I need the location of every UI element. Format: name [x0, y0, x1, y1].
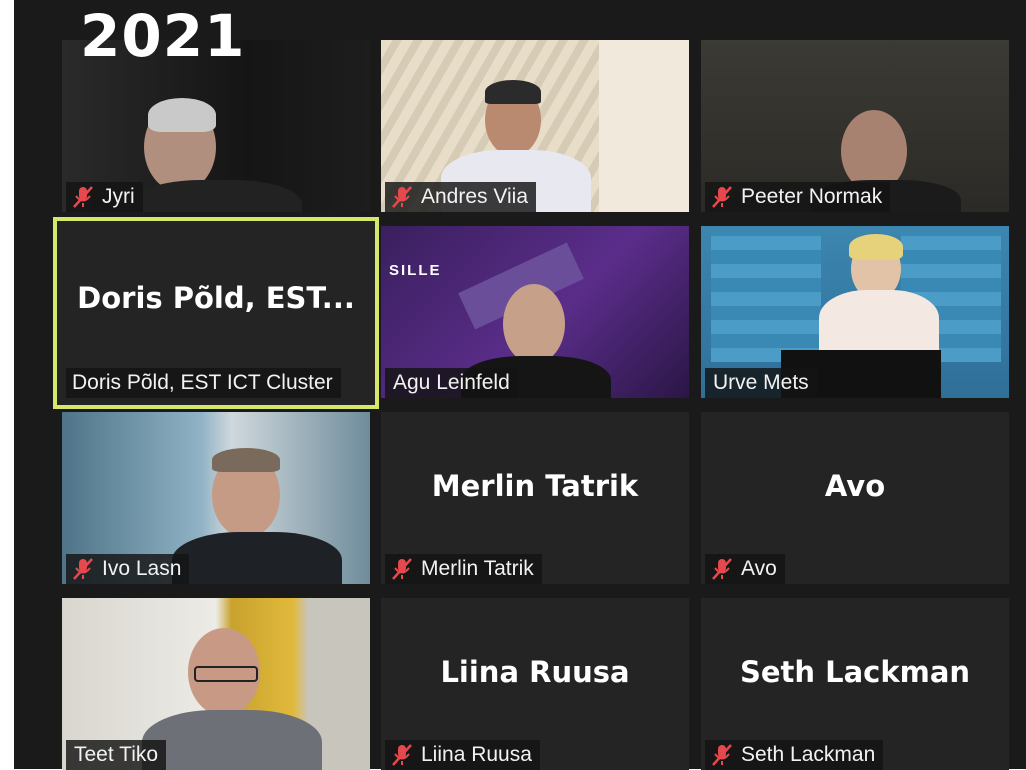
participant-name: Avo: [741, 557, 777, 580]
mic-muted-icon: [392, 186, 412, 208]
participant-display-name: Liina Ruusa: [440, 655, 630, 689]
participant-name-tag: Seth Lackman: [705, 740, 884, 770]
participant-name-tag: Avo: [705, 554, 785, 584]
participant-name: Peeter Normak: [741, 185, 883, 208]
participant-tile-peeter-normak[interactable]: Peeter Normak: [701, 40, 1009, 212]
participant-name: Liina Ruusa: [421, 743, 532, 766]
participant-name-tag: Teet Tiko: [66, 740, 167, 770]
participant-name: Ivo Lasn: [102, 557, 182, 580]
sille-logo: SILLE: [389, 262, 442, 279]
participant-name: Jyri: [102, 185, 135, 208]
participant-tile-andres-viia[interactable]: Andres Viia: [381, 40, 689, 212]
participant-name: Teet Tiko: [74, 743, 159, 766]
participant-name-tag: Jyri: [66, 182, 143, 212]
participant-tile-agu-leinfeld[interactable]: SILLE Agu Leinfeld: [381, 226, 689, 398]
participant-name: Seth Lackman: [741, 743, 876, 766]
participant-name-tag: Merlin Tatrik: [385, 554, 542, 584]
participant-tile-seth-lackman[interactable]: Seth Lackman Seth Lackman: [701, 598, 1009, 770]
participant-name-tag: Ivo Lasn: [66, 554, 190, 584]
video-gallery: 2021 Jyri Andres Viia Peeter Normak Dori…: [14, 0, 1026, 770]
participant-name: Doris Põld, EST ICT Cluster: [72, 371, 333, 394]
participant-display-name: Merlin Tatrik: [431, 469, 639, 503]
participant-name-tag: Liina Ruusa: [385, 740, 540, 770]
participant-display-name: Doris Põld, EST...: [77, 281, 355, 315]
participant-tile-merlin-tatrik[interactable]: Merlin Tatrik Merlin Tatrik: [381, 412, 689, 584]
participant-tile-doris-pold[interactable]: Doris Põld, EST... Doris Põld, EST ICT C…: [53, 217, 379, 409]
year-overlay: 2021: [80, 2, 246, 70]
participant-tile-ivo-lasn[interactable]: Ivo Lasn: [62, 412, 370, 584]
poster-background: [711, 232, 821, 362]
mic-muted-icon: [73, 558, 93, 580]
participant-tile-teet-tiko[interactable]: Teet Tiko: [62, 598, 370, 770]
participant-tile-avo[interactable]: Avo Avo: [701, 412, 1009, 584]
mic-muted-icon: [392, 558, 412, 580]
participant-tile-liina-ruusa[interactable]: Liina Ruusa Liina Ruusa: [381, 598, 689, 770]
participant-display-name: Avo: [824, 469, 886, 503]
participant-name-tag: Agu Leinfeld: [385, 368, 518, 398]
participant-tile-urve-mets[interactable]: Urve Mets: [701, 226, 1009, 398]
glasses: [194, 666, 258, 682]
participant-display-name: Seth Lackman: [739, 655, 971, 689]
participant-name: Merlin Tatrik: [421, 557, 534, 580]
participant-name: Agu Leinfeld: [393, 371, 510, 394]
mic-muted-icon: [392, 744, 412, 766]
participant-name-tag: Peeter Normak: [705, 182, 891, 212]
mic-muted-icon: [73, 186, 93, 208]
mic-muted-icon: [712, 744, 732, 766]
participant-name-tag: Urve Mets: [705, 368, 817, 398]
participant-name-tag: Andres Viia: [385, 182, 537, 212]
participant-name: Urve Mets: [713, 371, 809, 394]
participant-name-tag: Doris Põld, EST ICT Cluster: [66, 368, 341, 398]
participant-name: Andres Viia: [421, 185, 529, 208]
mic-muted-icon: [712, 558, 732, 580]
mic-muted-icon: [712, 186, 732, 208]
